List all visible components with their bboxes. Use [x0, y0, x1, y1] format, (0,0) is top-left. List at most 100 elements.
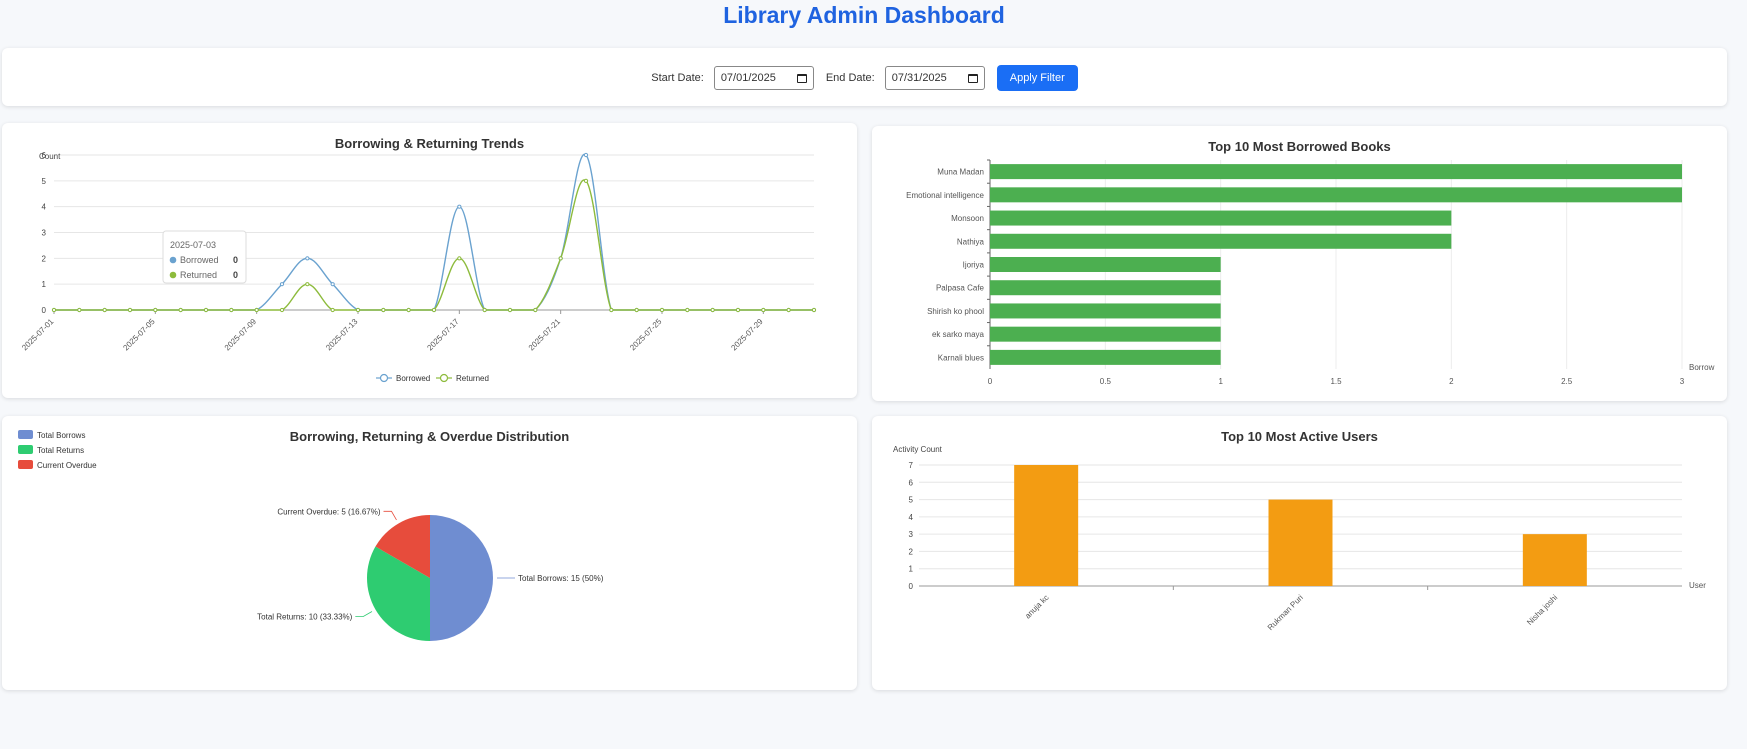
- active-users-card: Top 10 Most Active Users 0 1 2 3 4 5 6 7 Activit…: [872, 416, 1727, 690]
- data-point: [457, 256, 462, 261]
- y-tick-label: ek sarko maya: [932, 330, 985, 339]
- y-axis-label: Activity Count: [893, 445, 943, 454]
- data-point: [102, 307, 107, 313]
- data-point: [305, 256, 310, 261]
- data-point: [735, 307, 741, 313]
- tooltip-series-name: Borrowed: [180, 255, 219, 265]
- bar: [990, 233, 1452, 249]
- legend-label: Total Borrows: [37, 431, 85, 440]
- data-point: [685, 307, 690, 313]
- x-tick-label: 2.5: [1561, 377, 1573, 386]
- x-tick-label: 3: [1680, 377, 1685, 386]
- start-date-label: Start Date:: [651, 72, 704, 84]
- bar: [990, 257, 1221, 272]
- tooltip-marker: [169, 271, 177, 279]
- legend-marker: [379, 373, 389, 383]
- data-point: [127, 307, 133, 313]
- data-point: [203, 307, 209, 313]
- y-axis-label: Count: [39, 152, 61, 161]
- data-point: [229, 307, 234, 313]
- data-point: [533, 307, 538, 313]
- y-tick-label: 0: [42, 306, 47, 315]
- bar: [990, 280, 1221, 296]
- start-date-value: 07/01/2025: [720, 72, 776, 84]
- legend-swatch: [18, 430, 33, 439]
- bar: [990, 303, 1221, 319]
- x-tick-label: anuja kc: [1023, 593, 1050, 620]
- data-point: [431, 307, 437, 313]
- y-tick-label: Monsoon: [951, 214, 984, 223]
- top-books-bar-chart: 0 0.5 1 1.5 2 2.5 3 Borrow Muna Madan Emotional i…: [906, 159, 1715, 386]
- tooltip-series-name: Returned: [180, 270, 217, 280]
- data-point: [482, 307, 487, 313]
- tooltip-date: 2025-07-03: [170, 240, 216, 250]
- x-tick-label: 2025-07-09: [223, 317, 259, 353]
- x-tick-label: 2025-07-13: [324, 317, 360, 353]
- filter-card: Start Date: 07/01/2025 End Date: 07/31/2…: [2, 48, 1727, 106]
- data-point: [710, 307, 715, 313]
- legend-label: Total Returns: [37, 446, 84, 455]
- calendar-icon[interactable]: [796, 73, 807, 83]
- data-point: [786, 307, 791, 313]
- data-point: [659, 307, 665, 313]
- y-tick-label: 4: [909, 513, 914, 522]
- y-tick-label: Emotional intelligence: [906, 191, 984, 200]
- bar: [1014, 465, 1079, 586]
- x-tick-label: 2025-07-21: [527, 317, 563, 353]
- data-point: [507, 307, 513, 313]
- x-tick-label: 2025-07-01: [20, 317, 56, 353]
- x-tick-label: 0.5: [1100, 377, 1112, 386]
- data-point: [330, 282, 335, 287]
- y-tick-label: 2: [42, 254, 47, 263]
- legend-label: Returned: [456, 374, 489, 383]
- y-tick-label: 3: [42, 229, 47, 238]
- y-tick-label: Karnali blues: [938, 353, 984, 362]
- x-tick-label: 2025-07-05: [121, 317, 157, 353]
- bar: [990, 164, 1682, 180]
- data-point: [583, 152, 589, 158]
- tooltip-value: 0: [233, 255, 238, 265]
- end-date-label: End Date:: [825, 72, 875, 84]
- bar: [990, 326, 1221, 342]
- bar: [1268, 499, 1333, 586]
- end-date-value: 07/31/2025: [891, 72, 947, 84]
- data-point: [583, 178, 589, 183]
- data-point: [51, 307, 57, 313]
- y-tick-label: 7: [909, 461, 914, 470]
- active-users-bar-chart: 0 1 2 3 4 5 6 7 Activity Count User anuja kc Rukman…: [893, 445, 1706, 632]
- y-tick-label: Ijoriya: [963, 261, 985, 270]
- legend-marker: [439, 373, 449, 383]
- legend-label: Borrowed: [396, 374, 430, 383]
- data-point: [406, 307, 411, 313]
- y-tick-label: Palpasa Cafe: [936, 284, 985, 293]
- data-point: [305, 282, 310, 287]
- top-books-card: Top 10 Most Borrowed Books 0 0.5 1 1.5 2 2.5 3…: [872, 126, 1727, 401]
- y-tick-label: Shirish ko phool: [927, 307, 984, 316]
- y-tick-label: 3: [909, 530, 914, 539]
- data-point: [279, 307, 285, 313]
- end-date-input[interactable]: 07/31/2025: [884, 66, 985, 90]
- start-date-input[interactable]: 07/01/2025: [713, 66, 814, 90]
- x-tick-label: 2025-07-17: [425, 317, 461, 353]
- data-point: [153, 307, 158, 313]
- pie-label: Current Overdue: 5 (16.67%): [277, 507, 380, 516]
- trends-line-chart: 0123456Count2025-07-01 2025-07-05 2025-07-…: [20, 151, 817, 383]
- data-point: [558, 256, 563, 261]
- data-point: [254, 307, 259, 313]
- y-tick-label: 1: [42, 280, 47, 289]
- bar: [1522, 534, 1587, 586]
- y-tick-label: 5: [42, 177, 47, 186]
- legend-swatch: [18, 445, 33, 454]
- y-tick-label: 1: [909, 565, 914, 574]
- x-tick-label: 2025-07-29: [729, 317, 765, 353]
- tooltip-value: 0: [233, 270, 238, 280]
- apply-filter-button[interactable]: Apply Filter: [996, 65, 1078, 91]
- calendar-icon[interactable]: [967, 73, 978, 83]
- x-tick-label: Rukman Puri: [1266, 593, 1305, 632]
- bar: [990, 349, 1221, 365]
- bar: [990, 210, 1452, 226]
- y-tick-label: 6: [909, 478, 914, 487]
- pie-label-line: [355, 611, 373, 617]
- trends-card: Borrowing & Returning Trends 0 1 2 3 4 5 6 Coun…: [2, 123, 857, 398]
- x-tick-label: 2: [1449, 377, 1454, 386]
